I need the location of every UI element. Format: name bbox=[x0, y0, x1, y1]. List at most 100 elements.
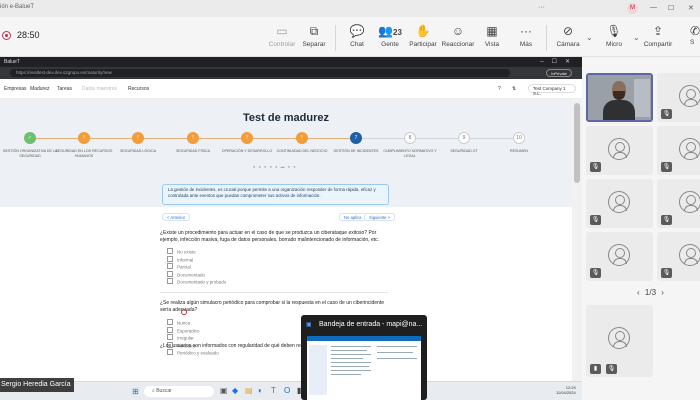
step-label: Resumen bbox=[510, 149, 528, 153]
self-view-tile[interactable]: ▮ 🎙 bbox=[586, 305, 653, 377]
person-icon bbox=[608, 138, 630, 160]
outlook-icon: ▣ bbox=[306, 322, 312, 328]
step-6[interactable]: ! bbox=[296, 132, 308, 144]
mouse-cursor bbox=[181, 309, 187, 315]
window-title: ión e-BalueT bbox=[0, 4, 35, 10]
not-applicable-button[interactable]: No aplica bbox=[339, 213, 367, 221]
avatar[interactable]: M bbox=[627, 3, 638, 14]
browser-tab[interactable]: BalueT bbox=[4, 59, 20, 65]
raise-hand-button[interactable]: ✋ Participar bbox=[403, 24, 443, 48]
maximize-icon[interactable]: ☐ bbox=[668, 4, 674, 12]
next-page-icon[interactable]: › bbox=[661, 288, 664, 297]
participant-tile[interactable]: 🎙 bbox=[657, 73, 700, 122]
person-icon bbox=[679, 85, 700, 107]
outlook-icon[interactable]: O bbox=[284, 386, 290, 395]
answer-option[interactable]: Documentado bbox=[167, 271, 205, 277]
close-icon[interactable]: ✕ bbox=[688, 4, 694, 12]
step-8[interactable]: 8 bbox=[404, 132, 416, 144]
carousel-dots[interactable]: ● ● ● ● ● ▬ ● ● bbox=[253, 164, 297, 169]
step-4[interactable]: ! bbox=[187, 132, 199, 144]
participant-tile[interactable]: 🎙 bbox=[657, 179, 700, 228]
step-10[interactable]: 10 bbox=[513, 132, 525, 144]
step-3[interactable]: ! bbox=[132, 132, 144, 144]
window-controls[interactable]: –☐✕ bbox=[540, 58, 578, 65]
nav-tareas[interactable]: Tareas bbox=[57, 86, 72, 92]
mic-muted-icon: 🎙 bbox=[606, 364, 617, 374]
participant-tile[interactable]: 🎙 bbox=[586, 179, 653, 228]
participant-tile[interactable]: 🎙 bbox=[586, 232, 653, 281]
person-icon bbox=[679, 191, 700, 213]
answer-option[interactable]: Documentado y probado bbox=[167, 278, 226, 285]
step-1[interactable]: ✓ bbox=[24, 132, 36, 144]
mic-muted-icon: 🎙 bbox=[661, 215, 672, 225]
nav-madurez[interactable]: Madurez bbox=[30, 86, 49, 92]
popup-title: Bandeja de entrada - mapi@na... bbox=[319, 321, 423, 328]
company-selector[interactable]: Test Company 1 S.L. bbox=[528, 84, 576, 96]
participant-tile[interactable]: 🎙 bbox=[657, 232, 700, 281]
browser-window: BalueT –☐✕ https://evaltest-dev.dev.s2gr… bbox=[0, 57, 582, 400]
nav-empresas[interactable]: Empresas bbox=[4, 86, 27, 92]
leave-icon: ✆ bbox=[690, 24, 700, 38]
outlook-thumbnail bbox=[307, 336, 421, 400]
step-5[interactable]: ! bbox=[241, 132, 253, 144]
minimize-icon[interactable]: — bbox=[650, 4, 657, 11]
mic-muted-icon: 🎙 bbox=[590, 268, 601, 278]
mic-muted-icon: 🎙 bbox=[661, 109, 672, 119]
leave-button[interactable]: ✆ S bbox=[690, 24, 700, 46]
answer-option[interactable]: Parcial bbox=[167, 263, 191, 270]
answer-option[interactable]: No existe bbox=[167, 248, 196, 255]
inprivate-button[interactable]: InPrivate bbox=[546, 69, 572, 77]
mic-muted-icon: 🎙 bbox=[661, 162, 672, 172]
camera-off-icon: ⊘ bbox=[562, 24, 574, 38]
participant-tile[interactable]: 🎙 bbox=[657, 126, 700, 175]
url-field[interactable]: https://evaltest-dev.dev.s2grupo.es/matu… bbox=[10, 69, 510, 77]
participant-tile-video[interactable] bbox=[586, 73, 653, 122]
person-icon bbox=[679, 138, 700, 160]
next-button[interactable]: Siguiente > bbox=[364, 213, 396, 221]
answer-option[interactable]: Nunca bbox=[167, 319, 190, 326]
camera-button[interactable]: ⊘ Cámara bbox=[548, 24, 588, 48]
person-icon bbox=[679, 244, 700, 266]
more-icon[interactable]: ··· bbox=[538, 4, 545, 11]
previous-button[interactable]: < Anterior bbox=[162, 213, 191, 221]
step-2[interactable]: ! bbox=[78, 132, 90, 144]
camera-options-chevron-icon[interactable]: ⌄ bbox=[586, 33, 593, 42]
mic-button[interactable]: 🎙 Micro bbox=[594, 24, 634, 48]
signal-icon: ▮ bbox=[590, 364, 601, 374]
answer-option[interactable]: Esporádico bbox=[167, 327, 200, 333]
shared-screen: BalueT –☐✕ https://evaltest-dev.dev.s2gr… bbox=[0, 57, 582, 400]
windows-start-icon[interactable]: ⊞ bbox=[132, 387, 139, 396]
edge-icon[interactable]: ◐ bbox=[258, 386, 263, 395]
outlook-preview-popup[interactable]: ▣ Bandeja de entrada - mapi@na... bbox=[301, 315, 427, 400]
help-icon[interactable]: ? bbox=[498, 86, 501, 92]
pop-out-button[interactable]: ⧉ Separar bbox=[294, 24, 334, 48]
answer-option[interactable]: Periódico y evaluado bbox=[167, 349, 219, 356]
mic-muted-icon: 🎙 bbox=[590, 215, 601, 225]
step-7[interactable]: 7 bbox=[350, 132, 362, 144]
teams-icon[interactable]: T bbox=[271, 386, 276, 395]
vscode-icon[interactable]: ◆ bbox=[232, 386, 238, 395]
step-9[interactable]: 9 bbox=[458, 132, 470, 144]
answer-option[interactable]: Informal bbox=[167, 256, 193, 262]
question-2: ¿Se realiza algún simulacro periódico pa… bbox=[160, 300, 385, 313]
share-button[interactable]: ⇪ Compartir bbox=[638, 24, 678, 48]
answer-option[interactable]: Irregular bbox=[167, 334, 194, 341]
sort-icon[interactable]: ⇅ bbox=[512, 86, 516, 92]
page-scrollbar[interactable] bbox=[572, 99, 582, 400]
raise-hand-icon: ✋ bbox=[415, 24, 431, 38]
gallery-pager: ‹ 1/3 › bbox=[637, 288, 697, 297]
nav-datos-maestros[interactable]: Datos maestros bbox=[82, 86, 117, 92]
more-button[interactable]: ··· Más bbox=[506, 24, 546, 48]
people-count: 23 bbox=[393, 28, 402, 37]
share-icon: ⇪ bbox=[652, 24, 664, 38]
file-explorer-icon[interactable]: ▣ bbox=[220, 386, 228, 395]
participant-tile[interactable]: 🎙 bbox=[586, 126, 653, 175]
section-info-box: La gestión de incidentes, es crucial por… bbox=[162, 184, 389, 205]
taskbar-search[interactable]: ⌕ Buscar bbox=[144, 386, 214, 397]
meeting-toolbar: 28:50 ▭ Controlar ⧉ Separar 💬 Chat 👥23 G… bbox=[0, 17, 700, 57]
mic-muted-icon: 🎙 bbox=[590, 162, 601, 172]
previous-page-icon[interactable]: ‹ bbox=[637, 288, 640, 297]
nav-recursos[interactable]: Recursos bbox=[128, 86, 149, 92]
folder-icon[interactable]: ▤ bbox=[245, 386, 253, 395]
app-nav: Empresas Madurez Tareas Datos maestros R… bbox=[0, 79, 582, 99]
